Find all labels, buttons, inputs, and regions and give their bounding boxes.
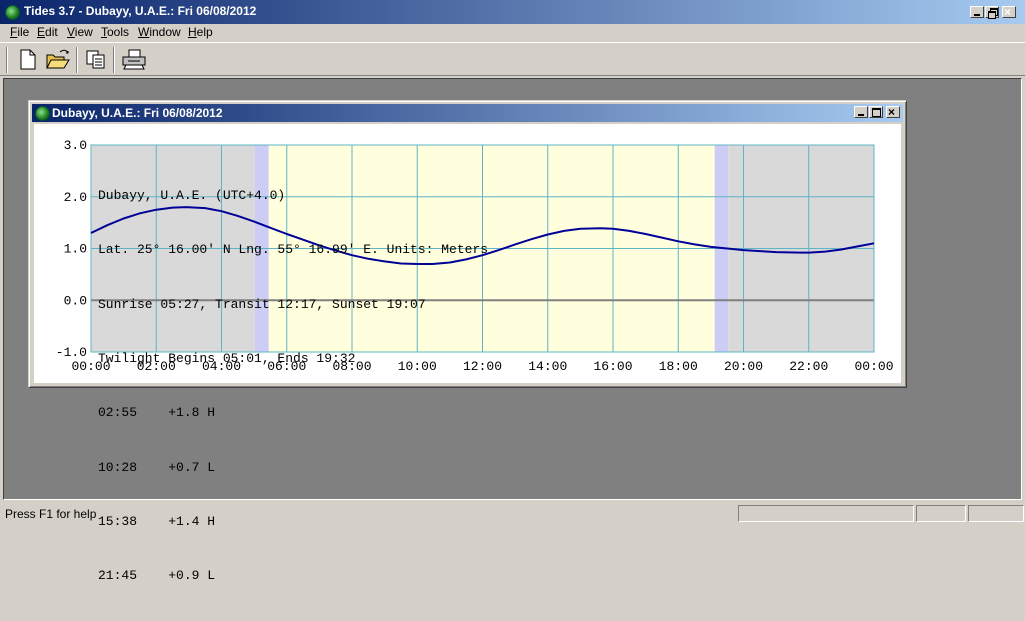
menu-help[interactable]: Help [188, 25, 213, 39]
child-close-button[interactable]: × [886, 105, 900, 119]
restore-button[interactable] [985, 6, 999, 19]
toolbar [0, 42, 1025, 76]
child-maximize-button[interactable] [869, 106, 883, 118]
x-tick-label: 18:00 [659, 359, 698, 374]
tide-event-height: +0.9 [168, 568, 200, 584]
status-panel [916, 505, 966, 522]
tide-event-row: 21:45 +0.9 L [98, 567, 488, 585]
menu-tools[interactable]: Tools [101, 25, 129, 39]
app-title: Tides 3.7 - Dubayy, U.A.E.: Fri 06/08/20… [24, 4, 257, 18]
app-globe-icon [5, 5, 20, 20]
minimize-button[interactable] [970, 6, 984, 18]
copy-icon [86, 50, 105, 69]
child-globe-icon [35, 106, 50, 121]
child-title-bar[interactable]: Dubayy, U.A.E.: Fri 06/08/2012 × [32, 104, 903, 122]
tide-event-row: 10:28 +0.7 L [98, 459, 488, 477]
tide-event-type: L [207, 568, 216, 584]
info-sun-times: Sunrise 05:27, Transit 12:17, Sunset 19:… [98, 296, 426, 312]
open-folder-icon [46, 49, 70, 69]
y-tick-label: -1.0 [56, 345, 87, 360]
x-tick-label: 14:00 [528, 359, 567, 374]
info-twilight: Twilight Begins 05:01, Ends 19:32 [98, 351, 356, 367]
menu-window[interactable]: Window [138, 25, 181, 39]
new-document-icon [20, 49, 36, 70]
x-tick-label: 22:00 [789, 359, 828, 374]
open-button[interactable] [44, 47, 70, 71]
tide-event-type: H [207, 405, 216, 421]
status-panel [738, 505, 914, 522]
menu-file[interactable]: File [10, 25, 29, 39]
menu-bar: File Edit View Tools Window Help [0, 24, 1025, 42]
status-panel [968, 505, 1024, 522]
close-icon: × [1004, 5, 1012, 19]
y-tick-label: 0.0 [64, 293, 87, 308]
plot-area[interactable]: 3.0 2.0 1.0 0.0 -1.0 00:00 02:00 04:00 06:00 08:0… [34, 124, 901, 583]
x-tick-label: 20:00 [724, 359, 763, 374]
info-coordinates: Lat. 25° 16.00' N Lng. 55° 16.99' E. Uni… [98, 242, 489, 258]
tide-event-time: 02:55 [98, 405, 138, 421]
copy-button[interactable] [83, 47, 109, 71]
tide-event-time: 10:28 [98, 459, 138, 475]
x-tick-label: 00:00 [854, 359, 893, 374]
app-title-bar[interactable]: Tides 3.7 - Dubayy, U.A.E.: Fri 06/08/20… [0, 0, 1025, 24]
y-tick-label: 2.0 [64, 190, 87, 205]
child-title: Dubayy, U.A.E.: Fri 06/08/2012 [52, 106, 223, 120]
tide-info-block: Dubayy, U.A.E. (UTC+4.0) Lat. 25° 16.00'… [98, 151, 488, 621]
tide-event-row: 02:55 +1.8 H [98, 404, 488, 422]
close-button[interactable]: × [1002, 5, 1016, 19]
info-location: Dubayy, U.A.E. (UTC+4.0) [98, 188, 286, 204]
close-icon: × [888, 105, 896, 119]
print-button[interactable] [120, 47, 146, 71]
new-button[interactable] [14, 47, 40, 71]
child-minimize-button[interactable] [854, 106, 868, 118]
tide-event-time: 21:45 [98, 568, 138, 584]
x-tick-label: 16:00 [593, 359, 632, 374]
y-tick-label: 1.0 [64, 242, 87, 257]
y-tick-label: 3.0 [64, 138, 87, 153]
toolbar-separator [76, 47, 78, 73]
tide-event-height: +0.7 [168, 459, 200, 475]
status-bar: Press F1 for help [0, 502, 1025, 525]
tide-event-type: L [207, 459, 216, 475]
status-text: Press F1 for help [5, 507, 97, 521]
menu-edit[interactable]: Edit [37, 25, 58, 39]
print-icon [122, 49, 146, 70]
tide-event-height: +1.8 [168, 405, 200, 421]
toolbar-separator [113, 47, 115, 73]
menu-view[interactable]: View [67, 25, 93, 39]
toolbar-grip [6, 47, 8, 73]
tide-chart-window[interactable]: Dubayy, U.A.E.: Fri 06/08/2012 × 3.0 2.0 1… [28, 100, 907, 583]
